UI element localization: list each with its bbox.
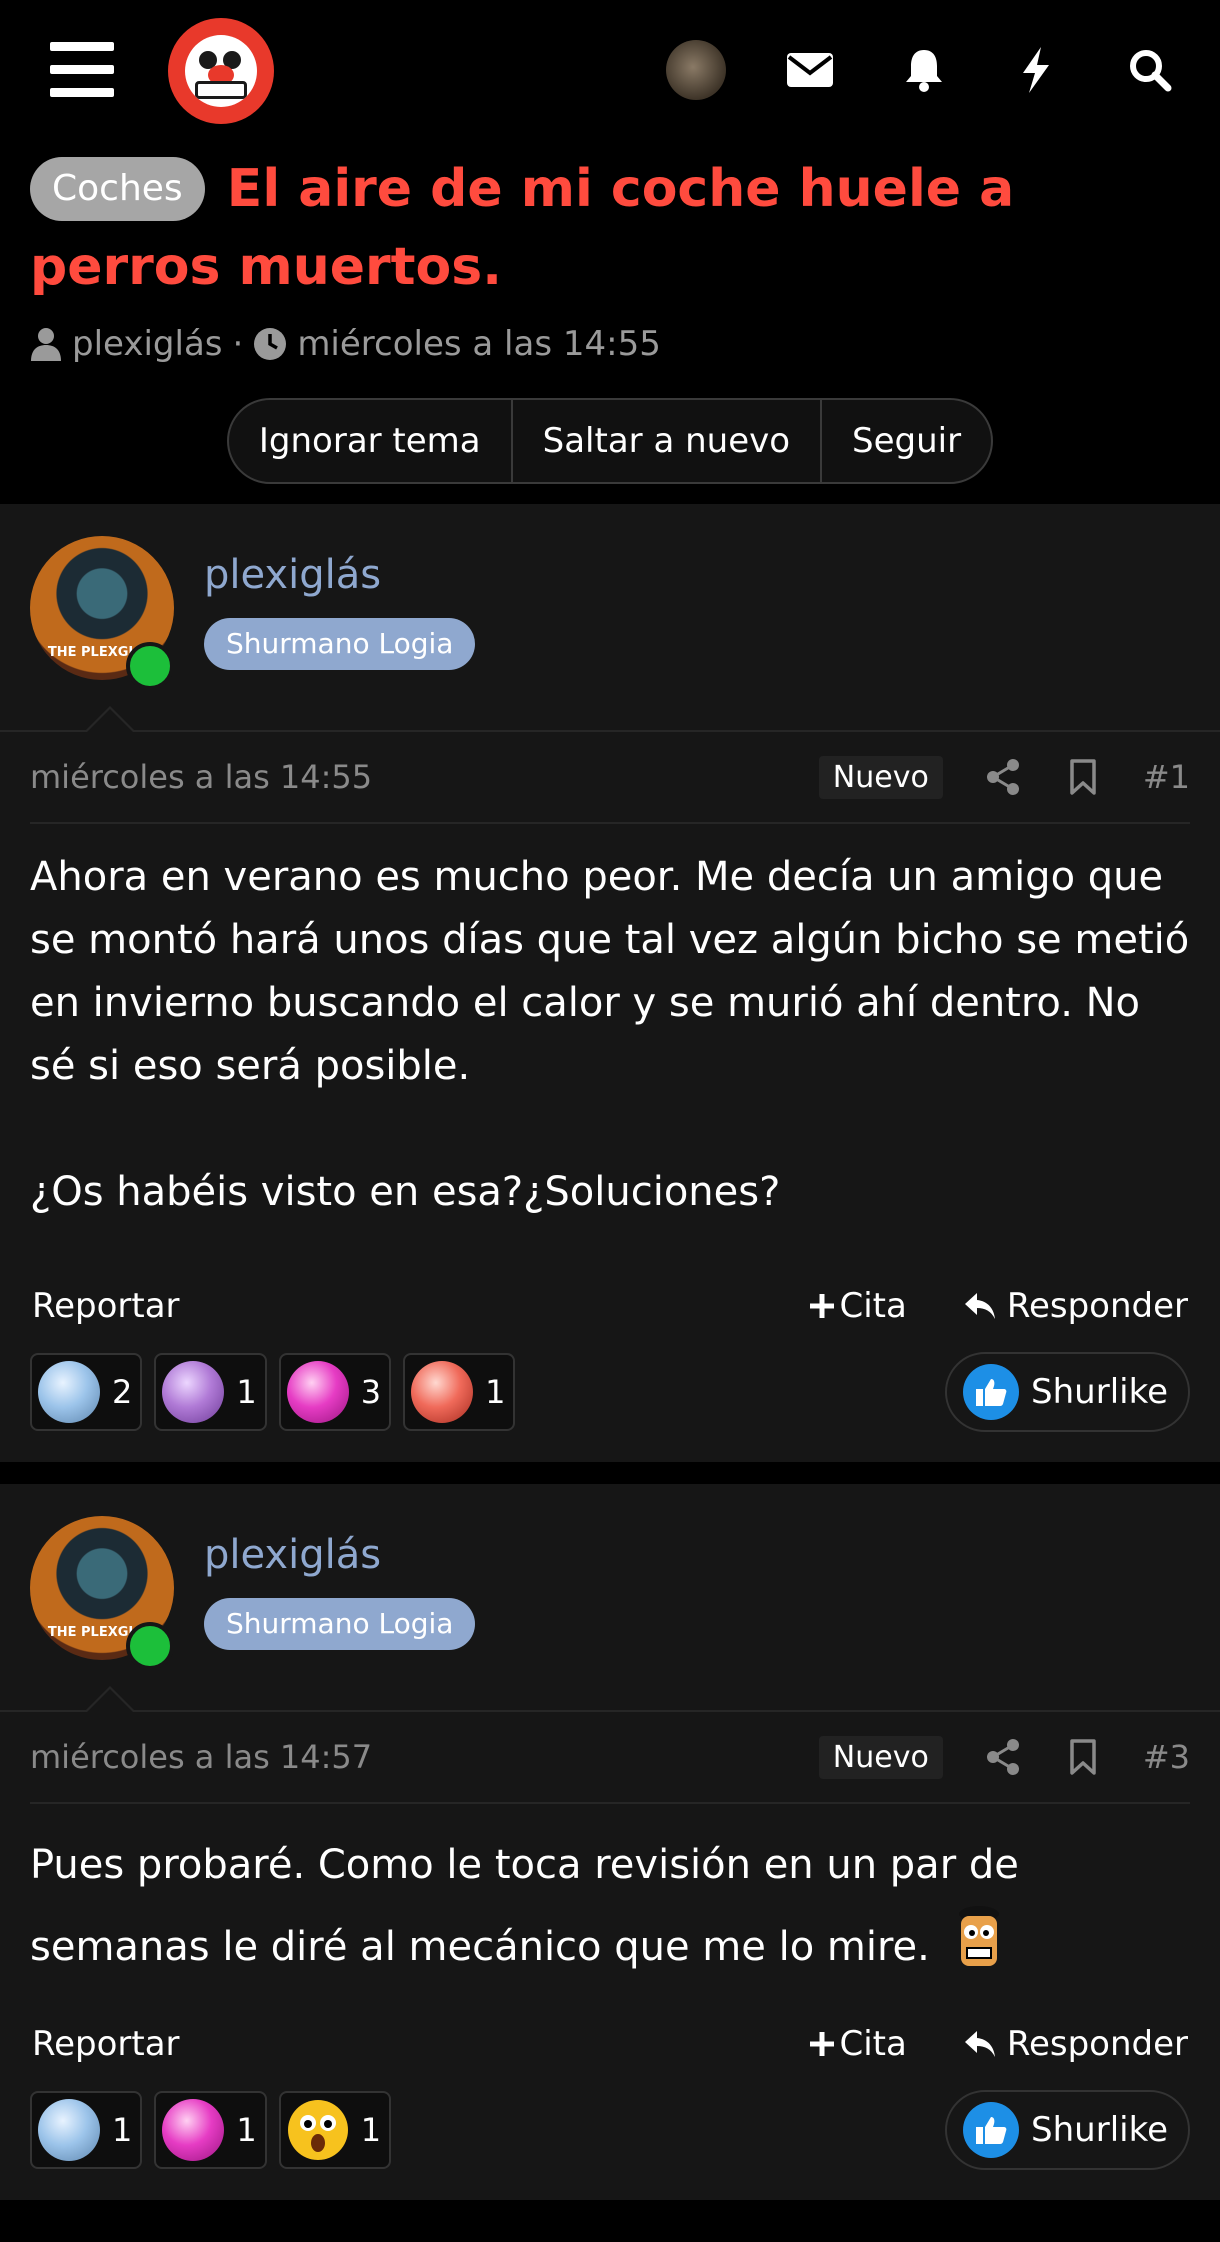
post-meta: miércoles a las 14:55 Nuevo #1: [30, 732, 1190, 824]
post: THE PLEXGLAS plexiglás Shurmano Logia mi…: [0, 1484, 1220, 2200]
reaction-purple-gem[interactable]: 1: [154, 1353, 267, 1431]
pink-gem-icon: [162, 2099, 225, 2161]
reaction-count: 1: [236, 1373, 257, 1411]
new-badge: Nuevo: [818, 1735, 943, 1779]
reaction-count: 3: [360, 1373, 382, 1411]
shurlike-label: Shurlike: [1031, 2110, 1168, 2150]
plus-icon: [809, 2032, 834, 2056]
post: THE PLEXGLAS plexiglás Shurmano Logia mi…: [0, 504, 1220, 1462]
thread-header: Coches El aire de mi coche huele a perro…: [0, 150, 1220, 504]
reply-label: Responder: [1006, 2024, 1188, 2064]
username[interactable]: plexiglás: [204, 1532, 381, 1578]
online-indicator: [126, 1622, 174, 1670]
blue-gem-icon: [38, 2099, 100, 2161]
post-date[interactable]: miércoles a las 14:57: [30, 1738, 819, 1776]
online-indicator: [126, 642, 174, 690]
bell-icon[interactable]: [894, 40, 954, 100]
share-icon[interactable]: [983, 1737, 1023, 1777]
quote-label: Cita: [839, 2024, 907, 2064]
reaction-count: 1: [112, 2111, 133, 2149]
post-author: THE PLEXGLAS plexiglás Shurmano Logia: [0, 1484, 1220, 1713]
meta-separator: ·: [232, 324, 244, 364]
reaction-shocked-face[interactable]: 1: [278, 2091, 392, 2169]
post-paragraph: Ahora en verano es mucho peor. Me decía …: [30, 854, 1190, 1089]
post-actions: Reportar Cita Responder: [0, 1260, 1220, 1352]
reaction-blue-gem[interactable]: 1: [30, 2091, 143, 2169]
mail-icon[interactable]: [780, 40, 840, 100]
post-paragraph: Pues probaré. Como le toca revisión en u…: [30, 1826, 1190, 1986]
post-paragraph-text: Pues probaré. Como le toca revisión en u…: [30, 1842, 1019, 1970]
reply-icon: [964, 1293, 995, 1319]
reply-label: Responder: [1006, 1286, 1188, 1326]
thread-meta: plexiglás · miércoles a las 14:55: [30, 324, 1190, 364]
shocked-face-icon: [287, 2100, 348, 2160]
quote-button[interactable]: Cita: [808, 1286, 907, 1326]
reaction-count: 1: [360, 2111, 382, 2149]
post-date[interactable]: miércoles a las 14:55: [30, 758, 819, 796]
top-bar: [0, 0, 1220, 150]
post-body: Ahora en verano es mucho peor. Me decía …: [0, 824, 1220, 1224]
bookmark-icon[interactable]: [1063, 757, 1103, 797]
reaction-count: 1: [485, 1373, 506, 1411]
blue-gem-icon: [38, 1361, 100, 1423]
new-badge: Nuevo: [818, 755, 943, 799]
user-badge: Shurmano Logia: [204, 1598, 476, 1650]
shurlike-label: Shurlike: [1031, 1372, 1168, 1412]
hamburger-icon[interactable]: [50, 42, 114, 98]
smiley-emoji-icon: [958, 1906, 999, 1966]
thumbs-up-icon: [963, 1364, 1020, 1420]
ignore-thread-button[interactable]: Ignorar tema: [229, 400, 513, 482]
thread-date[interactable]: miércoles a las 14:55: [297, 324, 661, 364]
shurbird-logo[interactable]: [168, 18, 274, 124]
thumbs-up-icon: [963, 2102, 1020, 2158]
plus-icon: [809, 1294, 834, 1318]
report-link[interactable]: Reportar: [32, 2024, 808, 2064]
share-icon[interactable]: [983, 757, 1023, 797]
post-number[interactable]: #1: [1143, 758, 1190, 796]
post-body: Pues probaré. Como le toca revisión en u…: [0, 1804, 1220, 1986]
user-avatar[interactable]: [666, 40, 726, 100]
thread-prefix[interactable]: Coches: [30, 157, 205, 221]
reaction-bar: 1 1 1 Shurlike: [0, 2090, 1220, 2200]
bookmark-icon[interactable]: [1063, 1737, 1103, 1777]
reaction-pink-gem[interactable]: 1: [154, 2091, 267, 2169]
quote-button[interactable]: Cita: [808, 2024, 907, 2064]
jump-to-new-button[interactable]: Saltar a nuevo: [513, 400, 823, 482]
user-icon: [31, 328, 61, 361]
reaction-blue-gem[interactable]: 2: [30, 1353, 143, 1431]
author-caret: [84, 1686, 136, 1713]
reply-icon: [964, 2031, 995, 2057]
post-meta: miércoles a las 14:57 Nuevo #3: [30, 1712, 1190, 1804]
quote-label: Cita: [839, 1286, 907, 1326]
reaction-count: 2: [112, 1373, 133, 1411]
bolt-icon[interactable]: [1006, 40, 1066, 100]
reaction-count: 1: [236, 2111, 257, 2149]
shurlike-button[interactable]: Shurlike: [945, 1352, 1190, 1432]
username[interactable]: plexiglás: [204, 552, 381, 598]
follow-button[interactable]: Seguir: [822, 400, 991, 482]
thread-author[interactable]: plexiglás: [72, 324, 223, 364]
post-paragraph: ¿Os habéis visto en esa?¿Soluciones?: [30, 1169, 781, 1215]
post-number[interactable]: #3: [1143, 1738, 1190, 1776]
reply-button[interactable]: Responder: [963, 2024, 1188, 2064]
user-badge: Shurmano Logia: [204, 618, 476, 670]
thread-actions: Ignorar tema Saltar a nuevo Seguir: [226, 398, 994, 484]
reply-button[interactable]: Responder: [963, 1286, 1188, 1326]
red-gem-icon: [411, 1361, 474, 1423]
purple-gem-icon: [162, 1361, 225, 1423]
shurlike-button[interactable]: Shurlike: [945, 2090, 1190, 2170]
thread-title: Coches El aire de mi coche huele a perro…: [30, 150, 1190, 306]
post-actions: Reportar Cita Responder: [0, 1998, 1220, 2090]
reaction-red-gem[interactable]: 1: [403, 1353, 516, 1431]
report-link[interactable]: Reportar: [32, 1286, 808, 1326]
clock-icon: [254, 328, 287, 360]
search-icon[interactable]: [1120, 40, 1180, 100]
author-caret: [84, 706, 136, 733]
reaction-pink-gem[interactable]: 3: [278, 1353, 392, 1431]
reaction-bar: 2 1 3 1 Shurlike: [0, 1352, 1220, 1462]
post-author: THE PLEXGLAS plexiglás Shurmano Logia: [0, 504, 1220, 733]
pink-gem-icon: [286, 1361, 349, 1423]
